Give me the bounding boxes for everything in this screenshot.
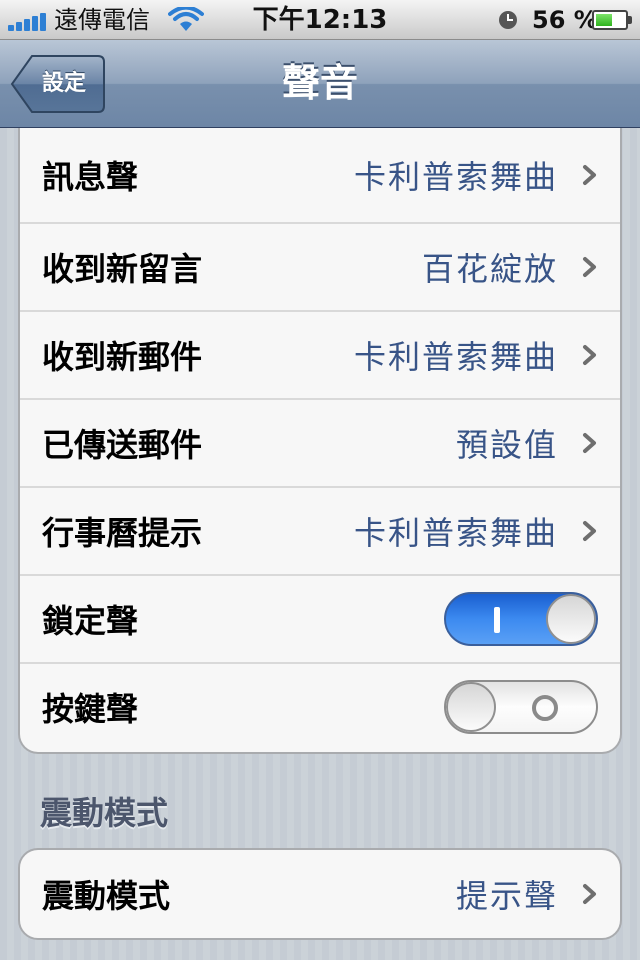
chevron-right-icon xyxy=(583,165,596,185)
navigation-bar: 設定 聲音 xyxy=(0,40,640,128)
row-label: 收到新留言 xyxy=(42,250,203,288)
chevron-right-icon xyxy=(583,433,596,453)
row-value: 百花綻放 xyxy=(421,250,558,288)
sounds-settings-group: 訊息聲 卡利普索舞曲 收到新留言 百花綻放 收到新郵件 卡利普索舞曲 已傳送郵件… xyxy=(18,128,622,754)
settings-row-lock-sounds: 鎖定聲 xyxy=(20,574,620,662)
vibration-settings-group: 震動模式 提示聲 xyxy=(18,848,622,940)
row-label: 按鍵聲 xyxy=(42,690,139,728)
chevron-right-icon xyxy=(583,884,596,904)
row-label: 訊息聲 xyxy=(42,158,139,196)
row-label: 行事曆提示 xyxy=(42,514,203,552)
switch-knob[interactable] xyxy=(546,594,596,644)
battery-icon xyxy=(592,10,632,30)
settings-row-calendar-alerts[interactable]: 行事曆提示 卡利普索舞曲 xyxy=(20,486,620,574)
settings-row-vibration[interactable]: 震動模式 提示聲 xyxy=(20,850,620,938)
switch-on-mark xyxy=(494,607,500,633)
settings-row-new-mail[interactable]: 收到新郵件 卡利普索舞曲 xyxy=(20,310,620,398)
clock-icon xyxy=(499,11,517,29)
section-header-vibration: 震動模式 xyxy=(40,794,169,832)
page-title: 聲音 xyxy=(281,61,358,105)
settings-row-sent-mail[interactable]: 已傳送郵件 預設值 xyxy=(20,398,620,486)
battery-percent: 56 % xyxy=(532,6,598,34)
switch-off-mark xyxy=(532,695,558,721)
row-label: 收到新郵件 xyxy=(42,338,203,376)
row-label: 已傳送郵件 xyxy=(42,426,203,464)
chevron-right-icon xyxy=(583,521,596,541)
battery-fill xyxy=(596,14,612,26)
row-value: 卡利普索舞曲 xyxy=(353,514,558,552)
row-value: 預設值 xyxy=(455,426,558,464)
keyboard-clicks-toggle[interactable] xyxy=(444,680,598,734)
settings-row-new-voicemail[interactable]: 收到新留言 百花綻放 xyxy=(20,222,620,310)
lock-sounds-toggle[interactable] xyxy=(444,592,598,646)
row-label: 震動模式 xyxy=(42,877,171,915)
status-bar: 遠傳電信 下午12:13 56 % xyxy=(0,0,640,40)
row-value: 卡利普索舞曲 xyxy=(353,158,558,196)
row-value: 卡利普索舞曲 xyxy=(353,338,558,376)
settings-row-text-tone[interactable]: 訊息聲 卡利普索舞曲 xyxy=(20,128,620,222)
switch-knob[interactable] xyxy=(446,682,496,732)
row-label: 鎖定聲 xyxy=(42,602,139,640)
row-value: 提示聲 xyxy=(455,877,558,915)
settings-row-keyboard-clicks: 按鍵聲 xyxy=(20,662,620,750)
chevron-right-icon xyxy=(583,345,596,365)
chevron-right-icon xyxy=(583,257,596,277)
